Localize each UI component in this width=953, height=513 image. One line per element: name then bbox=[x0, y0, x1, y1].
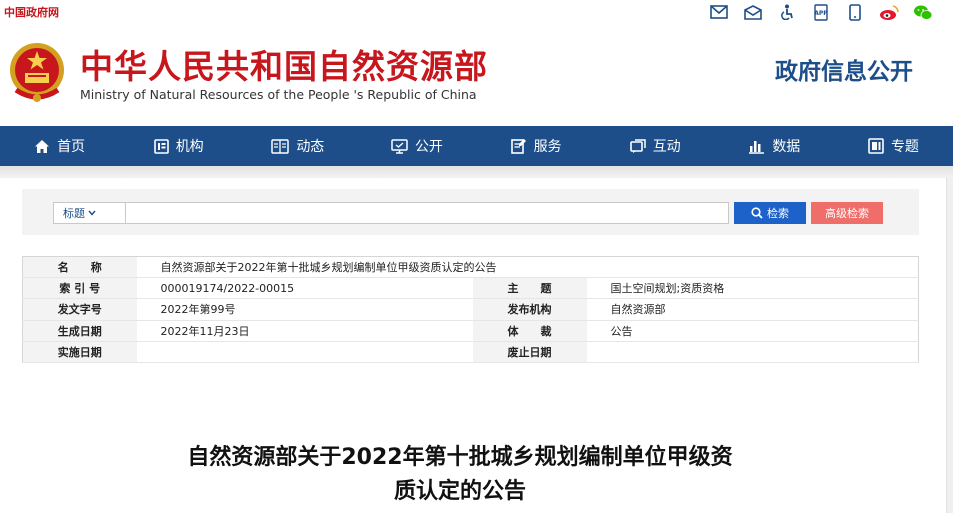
document-metadata-table: 名 称 自然资源部关于2022年第十批城乡规划编制单位甲级资质认定的公告 索 引… bbox=[22, 256, 919, 363]
meta-value-date: 2022年11月23日 bbox=[136, 320, 473, 342]
weibo-icon[interactable] bbox=[879, 3, 899, 21]
nav-item-label: 公开 bbox=[414, 139, 443, 155]
data-icon bbox=[749, 140, 765, 154]
news-icon bbox=[271, 138, 290, 154]
chevron-down-icon bbox=[88, 210, 96, 216]
nav-item-label: 数据 bbox=[772, 139, 801, 155]
nav-item-label: 专题 bbox=[890, 139, 919, 155]
nav-item-label: 互动 bbox=[652, 139, 681, 155]
top-icon-group: APP bbox=[709, 0, 933, 24]
article-title-line: 质认定的公告 bbox=[393, 479, 526, 504]
article-title: 自然资源部关于2022年第十批城乡规划编制单位甲级资 质认定的公告 bbox=[80, 441, 840, 509]
search-button-label: 检索 bbox=[767, 207, 789, 220]
table-row: 名 称 自然资源部关于2022年第十批城乡规划编制单位甲级资质认定的公告 bbox=[22, 256, 919, 279]
meta-label-issuer: 发布机构 bbox=[472, 298, 587, 321]
table-row: 发文字号 2022年第99号 发布机构 自然资源部 bbox=[22, 298, 919, 321]
meta-value-effective bbox=[136, 341, 473, 363]
main-content: 标题 检索 高级检索 名 称 自然资源部关于2022年第十批城乡规划编制单位甲级… bbox=[0, 178, 946, 513]
app-icon[interactable]: APP bbox=[811, 3, 831, 21]
gov-portal-link[interactable]: 中国政府网 bbox=[4, 4, 59, 20]
search-icon bbox=[751, 207, 763, 219]
advanced-search-button[interactable]: 高级检索 bbox=[811, 202, 883, 224]
search-button[interactable]: 检索 bbox=[734, 202, 806, 224]
table-row: 实施日期 废止日期 bbox=[22, 341, 919, 363]
search-panel: 标题 检索 高级检索 bbox=[22, 189, 919, 235]
search-select-value: 标题 bbox=[63, 207, 85, 220]
nav-item-organization[interactable]: 机构 bbox=[119, 126, 238, 166]
nav-item-label: 机构 bbox=[175, 139, 204, 155]
meta-value-doc-no: 2022年第99号 bbox=[136, 298, 473, 321]
meta-label-index: 索 引 号 bbox=[22, 277, 137, 300]
meta-label-doc-no: 发文字号 bbox=[22, 298, 137, 321]
mail-icon[interactable] bbox=[709, 3, 729, 21]
nav-item-data[interactable]: 数据 bbox=[715, 126, 834, 166]
meta-value-issuer: 自然资源部 bbox=[586, 298, 919, 321]
meta-label-genre: 体 裁 bbox=[472, 320, 587, 342]
nav-item-interaction[interactable]: 互动 bbox=[596, 126, 715, 166]
nav-divider bbox=[0, 166, 953, 178]
nav-item-service[interactable]: 服务 bbox=[477, 126, 596, 166]
nav-item-topic[interactable]: 专题 bbox=[834, 126, 953, 166]
scrollbar[interactable] bbox=[946, 178, 953, 513]
section-title: 政府信息公开 bbox=[775, 59, 913, 85]
org-icon bbox=[153, 138, 169, 154]
mobile-icon[interactable] bbox=[845, 3, 865, 21]
search-input[interactable] bbox=[125, 202, 729, 224]
accessibility-icon[interactable] bbox=[777, 3, 797, 21]
service-icon bbox=[510, 139, 526, 154]
meta-label-subject: 主 题 bbox=[472, 277, 587, 300]
disclosure-icon bbox=[391, 138, 408, 154]
table-row: 索 引 号 000019174/2022-00015 主 题 国土空间规划;资质… bbox=[22, 277, 919, 300]
nav-item-news[interactable]: 动态 bbox=[238, 126, 357, 166]
topic-icon bbox=[868, 138, 884, 154]
meta-label-repeal: 废止日期 bbox=[472, 341, 587, 363]
meta-value-index: 000019174/2022-00015 bbox=[136, 277, 473, 300]
nav-item-home[interactable]: 首页 bbox=[0, 126, 119, 166]
home-icon bbox=[35, 139, 50, 153]
site-header: 中华人民共和国自然资源部 Ministry of Natural Resourc… bbox=[0, 24, 953, 126]
interaction-icon bbox=[629, 138, 646, 153]
meta-value-repeal bbox=[586, 341, 919, 363]
article-title-line: 自然资源部关于2022年第十批城乡规划编制单位甲级资 bbox=[187, 445, 733, 470]
meta-label-date: 生成日期 bbox=[22, 320, 137, 342]
meta-value-genre: 公告 bbox=[586, 320, 919, 342]
site-subtitle: Ministry of Natural Resources of the Peo… bbox=[80, 87, 477, 102]
meta-value-name: 自然资源部关于2022年第十批城乡规划编制单位甲级资质认定的公告 bbox=[136, 256, 919, 279]
wechat-icon[interactable] bbox=[913, 3, 933, 21]
mail-open-icon[interactable] bbox=[743, 3, 763, 21]
meta-value-subject: 国土空间规划;资质资格 bbox=[586, 277, 919, 300]
main-nav: 首页 机构 动态 公开 服务 互动 数据 专题 bbox=[0, 126, 953, 166]
meta-label-name: 名 称 bbox=[22, 256, 137, 279]
search-field-select[interactable]: 标题 bbox=[53, 202, 125, 224]
table-row: 生成日期 2022年11月23日 体 裁 公告 bbox=[22, 320, 919, 342]
nav-item-label: 动态 bbox=[296, 139, 325, 155]
svg-text:APP: APP bbox=[814, 10, 828, 17]
nav-item-label: 首页 bbox=[57, 139, 86, 155]
nav-item-label: 服务 bbox=[533, 139, 562, 155]
top-bar: 中国政府网 APP bbox=[0, 0, 953, 24]
national-emblem-icon[interactable] bbox=[6, 40, 68, 108]
meta-label-effective: 实施日期 bbox=[22, 341, 137, 363]
site-title[interactable]: 中华人民共和国自然资源部 bbox=[80, 40, 488, 88]
nav-item-disclosure[interactable]: 公开 bbox=[357, 126, 476, 166]
